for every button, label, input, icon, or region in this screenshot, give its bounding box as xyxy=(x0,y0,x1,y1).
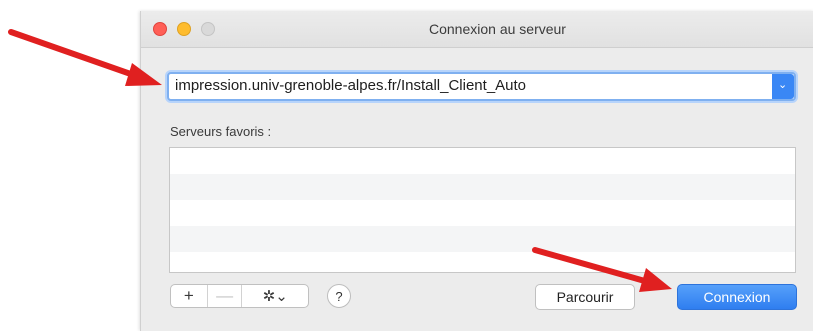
server-address-field[interactable]: impression.univ-grenoble-alpes.fr/Instal… xyxy=(167,72,796,101)
help-button[interactable]: ? xyxy=(327,284,351,308)
list-row[interactable] xyxy=(170,252,795,272)
connect-button[interactable]: Connexion xyxy=(677,284,797,310)
list-row[interactable] xyxy=(170,174,795,200)
title-bar: Connexion au serveur xyxy=(141,11,813,48)
list-row[interactable] xyxy=(170,200,795,226)
recent-servers-dropdown[interactable]: ⌄ xyxy=(772,74,794,99)
favorite-servers-label: Serveurs favoris : xyxy=(170,124,272,139)
server-address-value[interactable]: impression.univ-grenoble-alpes.fr/Instal… xyxy=(175,77,526,94)
add-favorite-button[interactable]: + xyxy=(171,285,208,307)
gear-icon[interactable]: ✲⌄ xyxy=(242,285,308,307)
connect-to-server-dialog: Connexion au serveur impression.univ-gre… xyxy=(140,11,813,331)
list-row[interactable] xyxy=(170,226,795,252)
favorites-toolbar: + — ✲⌄ xyxy=(170,284,309,308)
remove-favorite-button[interactable]: — xyxy=(208,285,243,307)
list-row[interactable] xyxy=(170,148,795,174)
favorite-servers-list[interactable] xyxy=(169,147,796,273)
window-title: Connexion au serveur xyxy=(429,21,566,37)
chevron-down-icon: ⌄ xyxy=(778,79,788,91)
browse-button[interactable]: Parcourir xyxy=(535,284,635,310)
